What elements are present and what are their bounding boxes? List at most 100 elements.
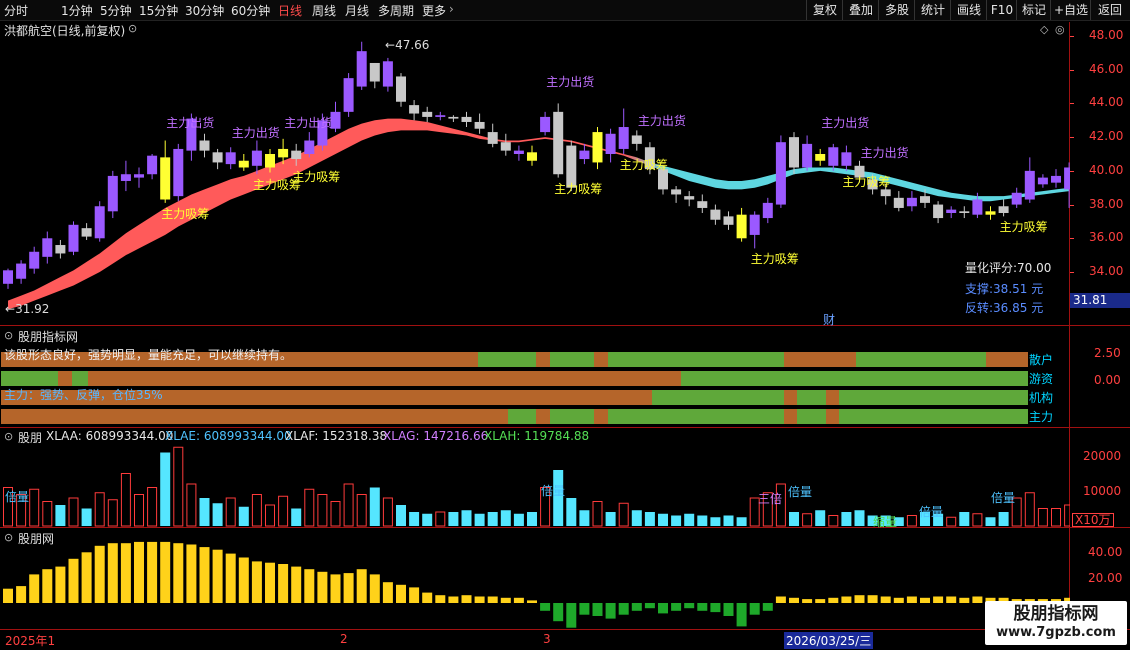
osc-bar — [828, 597, 839, 603]
osc-bar — [186, 544, 197, 603]
osc-bar — [658, 603, 668, 614]
osc-bar — [540, 603, 551, 611]
osc-bar — [382, 582, 393, 603]
osc-bar — [972, 596, 983, 603]
osc-bar — [330, 574, 341, 603]
osc-bar — [893, 597, 904, 603]
osc-bar — [684, 603, 695, 609]
osc-bar — [396, 584, 406, 603]
osc-bar — [68, 558, 79, 603]
osc-bar — [409, 587, 420, 603]
osc-bar — [42, 569, 53, 603]
osc-bar — [933, 596, 944, 603]
price-tick-mark — [1070, 204, 1074, 206]
osc-bar — [369, 574, 380, 603]
osc-bar — [789, 597, 799, 603]
osc-bar — [461, 595, 472, 603]
price-tick-mark — [1070, 103, 1074, 105]
price-tick-mark — [1070, 137, 1074, 139]
osc-bar — [160, 541, 171, 603]
price-tick-mark — [1070, 170, 1074, 172]
osc-bar — [527, 600, 537, 603]
osc-bar — [946, 596, 957, 603]
osc-bar — [474, 596, 485, 603]
osc-bar — [500, 597, 511, 603]
price-ytick: 38.00 — [1089, 196, 1124, 211]
price-tick-mark — [1070, 36, 1074, 37]
osc-bar — [251, 561, 262, 603]
watermark-line2: www.7gpzb.com — [996, 625, 1116, 640]
osc-bar — [225, 553, 236, 603]
osc-bar — [671, 603, 682, 611]
osc-bar — [762, 603, 773, 611]
indicator-ytick-2: 0.00 — [1094, 373, 1121, 387]
price-ytick: 36.00 — [1089, 230, 1124, 245]
price-ytick: 46.00 — [1089, 61, 1124, 76]
date-label-2: 2 — [340, 632, 348, 646]
osc-bar — [435, 595, 446, 603]
osc-bar — [592, 603, 603, 616]
price-tag: 31.81 — [1070, 293, 1130, 308]
osc-bar — [173, 543, 184, 603]
osc-bar — [317, 571, 328, 603]
osc-bar — [959, 597, 970, 603]
osc-bar — [749, 603, 760, 615]
price-ytick: 40.00 — [1089, 162, 1124, 177]
price-tick-mark — [1070, 69, 1074, 71]
date-label-3: 3 — [543, 632, 551, 646]
osc-bar — [841, 596, 852, 603]
osc-bar — [343, 573, 354, 603]
osc-bar — [854, 595, 865, 603]
osc-bar — [880, 596, 891, 603]
osc-ytick-2: 20.00 — [1088, 571, 1123, 585]
date-label-1: 2025年1 — [5, 634, 56, 648]
price-ytick: 42.00 — [1089, 129, 1124, 144]
osc-bar — [304, 569, 315, 603]
osc-bar — [553, 603, 564, 622]
osc-bar — [566, 603, 577, 628]
osc-bar — [120, 543, 131, 603]
osc-bar — [422, 592, 433, 603]
back-button[interactable]: 返回 — [1090, 0, 1129, 20]
osc-bar — [920, 597, 930, 603]
osc-bar — [618, 603, 629, 615]
osc-bar — [278, 564, 289, 603]
volume-ytick-2: 10000 — [1083, 484, 1122, 498]
price-ytick: 44.00 — [1089, 95, 1124, 110]
osc-bar — [867, 595, 878, 603]
osc-bar — [3, 588, 13, 603]
osc-bar — [238, 557, 249, 603]
osc-bar — [448, 596, 459, 603]
osc-bar — [81, 552, 92, 603]
watermark-line1: 股朋指标网 — [1013, 604, 1099, 624]
osc-bar — [265, 562, 275, 603]
indicator-ytick-1: 2.50 — [1094, 346, 1121, 360]
osc-bar — [29, 574, 40, 603]
price-tick-mark — [1070, 238, 1074, 240]
volume-unit: X10万 — [1072, 513, 1114, 527]
osc-bar — [212, 549, 223, 603]
osc-bar — [94, 545, 105, 603]
osc-bar — [16, 586, 27, 603]
osc-bar — [710, 603, 721, 613]
watermark-box: 股朋指标网 www.7gpzb.com — [985, 601, 1127, 645]
osc-bar — [147, 541, 158, 603]
volume-ytick-1: 20000 — [1083, 449, 1122, 463]
price-ytick: 34.00 — [1089, 264, 1124, 278]
osc-bar — [775, 596, 786, 603]
osc-bar — [356, 569, 367, 603]
osc-bar — [802, 599, 813, 603]
osc-bar — [644, 603, 655, 609]
cursor-date-label: 2026/03/25/三 — [784, 632, 874, 649]
osc-bar — [697, 603, 708, 611]
osc-bar — [134, 541, 144, 603]
osc-bar — [723, 603, 734, 616]
oscillator-chart[interactable] — [0, 0, 1070, 632]
osc-bar — [815, 599, 826, 603]
osc-bar — [736, 603, 747, 627]
osc-bar — [906, 596, 917, 603]
osc-bar — [199, 547, 210, 603]
osc-bar — [487, 596, 498, 603]
osc-bar — [513, 597, 524, 603]
osc-bar — [605, 603, 616, 619]
